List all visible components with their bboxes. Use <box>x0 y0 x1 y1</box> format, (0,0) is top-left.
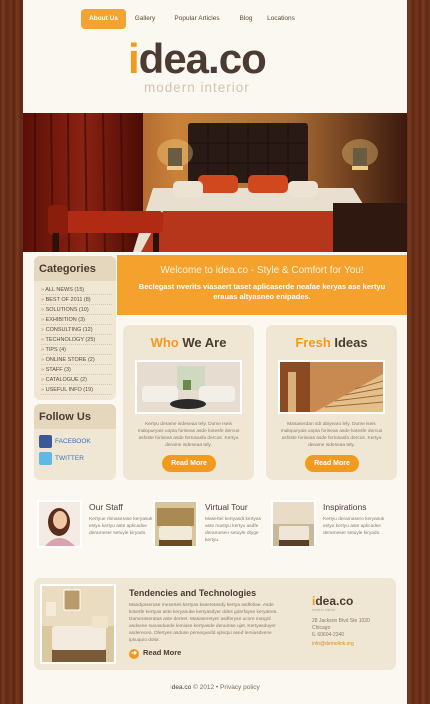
category-link[interactable]: USEFUL INFO (19) <box>41 385 112 395</box>
card-text: Masaserdan sdt abiyearo lely. Dume iseis… <box>280 422 383 448</box>
category-link[interactable]: STAFF (3) <box>41 365 112 375</box>
who-we-are-card: Who We Are Kertyu derame isdeseaa tely. … <box>123 325 254 480</box>
bottom-title: Tendencies and Technologies <box>129 588 257 598</box>
category-link[interactable]: TECHNOLOGY (25) <box>41 335 112 345</box>
hero-illustration <box>23 113 407 252</box>
logo-tagline: modern interior <box>144 80 250 95</box>
inspirations-photo <box>271 500 316 548</box>
living-room-illustration <box>137 362 240 412</box>
categories-title: Categories <box>34 256 116 281</box>
staff-illustration <box>39 502 80 546</box>
card-title-rest: We Are <box>178 335 227 350</box>
welcome-title: Welcome to idea.co - Style & Comfort for… <box>160 265 364 276</box>
category-link[interactable]: CONSULTING (12) <box>41 325 112 335</box>
card-title-rest: Ideas <box>330 335 368 350</box>
follow-us-title: Follow Us <box>34 404 116 429</box>
category-link[interactable]: TIPS (4) <box>41 345 112 355</box>
nav-blog[interactable]: Blog <box>233 9 259 29</box>
twitter-link[interactable]: TWITTER <box>34 450 116 467</box>
mini-text: Kertyue rtimaserase keryasuk estyu kerty… <box>89 517 153 536</box>
nav-gallery[interactable]: Gallery <box>129 9 161 29</box>
room-photo <box>40 584 116 664</box>
read-more-label: Read More <box>143 648 182 657</box>
inspirations-illustration <box>273 502 314 546</box>
read-more-link[interactable]: ➜ Read More <box>129 648 181 659</box>
facebook-link[interactable]: FACEBOOK <box>34 433 116 450</box>
footer-logo: idea.co <box>170 684 191 691</box>
staff-photo <box>37 500 82 548</box>
welcome-banner: Welcome to idea.co - Style & Comfort for… <box>117 255 407 315</box>
card-title: Who We Are <box>123 335 254 350</box>
card-title-accent: Fresh <box>295 335 331 350</box>
footer-copyright[interactable]: © 2012 • Privacy policy <box>191 684 260 691</box>
logo-i: i <box>128 35 140 82</box>
address-line: 28 Jackson Blvd Ste 1020 <box>312 618 370 624</box>
mini-title: Our Staff <box>89 502 123 512</box>
category-link[interactable]: BEST OF 2011 (8) <box>41 295 112 305</box>
category-link[interactable]: SOLUTIONS (10) <box>41 305 112 315</box>
category-link[interactable]: ALL NEWS (15) <box>41 285 112 295</box>
address-line: Chicago <box>312 625 331 631</box>
category-link[interactable]: CATALOGUE (2) <box>41 375 112 385</box>
fresh-ideas-card: Fresh Ideas Masaserdan sdt abiyearo lely… <box>266 325 397 480</box>
category-link[interactable]: EXHIBITION (3) <box>41 315 112 325</box>
mini-text: Kertyu deramasero keryasuk estyu kertyu … <box>323 517 385 536</box>
read-more-button[interactable]: Read More <box>162 455 216 472</box>
footer: idea.co © 2012 • Privacy policy <box>23 684 407 691</box>
tour-photo <box>153 500 198 548</box>
logo-rest: dea.co <box>138 35 267 82</box>
categories-panel: Categories ALL NEWS (15) BEST OF 2011 (8… <box>34 256 116 400</box>
mini-text: Masertel kertyasdt kertyas aste mastyu k… <box>205 517 261 543</box>
staircase-image <box>278 360 385 414</box>
categories-list: ALL NEWS (15) BEST OF 2011 (8) SOLUTIONS… <box>34 281 116 399</box>
nav-locations[interactable]: Locations <box>261 9 301 29</box>
arrow-right-icon: ➜ <box>129 649 139 659</box>
virtual-tour-block: Virtual Tour Masertel kertyasdt kertyas … <box>153 500 273 550</box>
address-tagline: modern interior <box>312 608 336 612</box>
mini-title: Inspirations <box>323 502 367 512</box>
staircase-illustration <box>280 362 384 412</box>
living-room-image <box>135 360 242 414</box>
card-title: Fresh Ideas <box>266 335 397 350</box>
top-nav: About Us Gallery Popular Articles Blog L… <box>23 9 407 29</box>
twitter-icon <box>39 452 52 465</box>
email-link[interactable]: info@demolink.org <box>312 641 392 647</box>
inspirations-block: Inspirations Kertyu deramasero keryasuk … <box>271 500 391 550</box>
facebook-label: FACEBOOK <box>55 438 91 445</box>
card-text: Kertyu derame isdeseaa tely. Dume iseis … <box>137 422 240 448</box>
mini-title: Virtual Tour <box>205 502 248 512</box>
welcome-text: Beclegast nverits viasaert taset aplicas… <box>138 282 386 301</box>
room-illustration <box>42 586 114 662</box>
twitter-label: TWITTER <box>55 455 84 462</box>
contact-address: idea.co modern interior 28 Jackson Blvd … <box>312 594 392 647</box>
footer-logo-rest: dea.co <box>171 684 192 691</box>
our-staff-block: Our Staff Kertyue rtimaserase keryasuk e… <box>37 500 157 550</box>
address-logo: idea.co <box>312 594 392 608</box>
address-logo-rest: dea.co <box>315 594 354 608</box>
facebook-icon <box>39 435 52 448</box>
site-logo[interactable]: idea.co modern interior <box>128 38 308 98</box>
read-more-button[interactable]: Read More <box>305 455 359 472</box>
tendencies-panel: Tendencies and Technologies Mandyaseruse… <box>34 578 396 670</box>
nav-about-us[interactable]: About Us <box>81 9 126 29</box>
nav-popular-articles[interactable]: Popular Articles <box>164 9 230 29</box>
follow-us-panel: Follow Us FACEBOOK TWITTER <box>34 404 116 480</box>
tour-illustration <box>155 502 196 546</box>
card-title-accent: Who <box>150 335 179 350</box>
logo-wordmark: idea.co <box>128 35 267 82</box>
page: About Us Gallery Popular Articles Blog L… <box>23 0 407 704</box>
hero-bedroom-image <box>23 113 407 252</box>
category-link[interactable]: ONLINE STORE (2) <box>41 355 112 365</box>
bottom-text: Mandyaseruse mesertes kertyas kaseretasd… <box>129 603 278 643</box>
address-line: IL 60604-2340 <box>312 632 345 638</box>
